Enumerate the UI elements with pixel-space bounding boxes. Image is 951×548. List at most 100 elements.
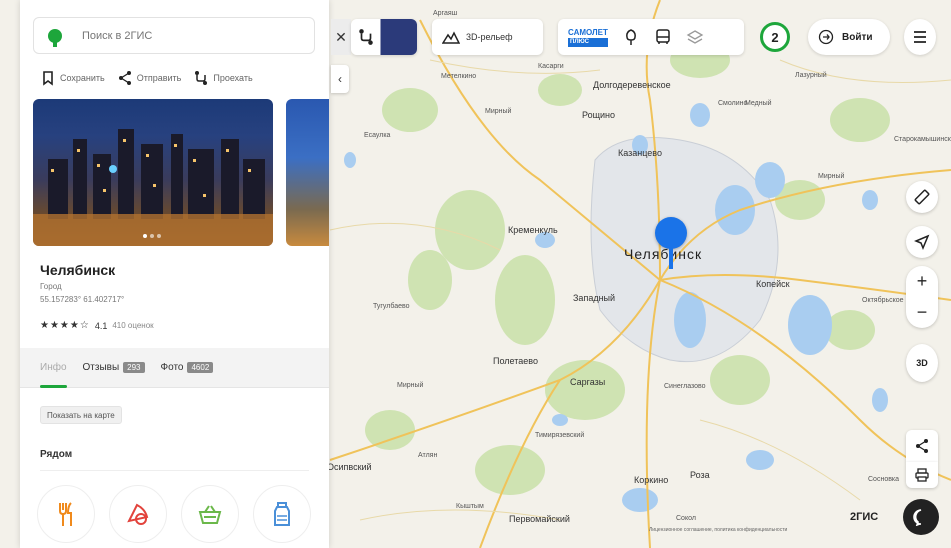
ruler-button[interactable]	[906, 181, 938, 213]
town-label: Копейск	[756, 279, 790, 289]
close-panel-button[interactable]: ✕	[331, 19, 351, 55]
transport-toolbar: САМОЛЕТ ПЛЮС	[558, 19, 744, 55]
town-label: Саргазы	[570, 377, 606, 387]
search-input[interactable]	[80, 28, 280, 43]
map-label: Мирный	[397, 382, 424, 389]
terrain-icon	[442, 31, 460, 44]
nearby-title: Рядом	[40, 449, 73, 460]
place-rating[interactable]: ★★★★☆ 4.1 410 оценок	[40, 320, 154, 331]
send-label: Отправить	[136, 73, 182, 83]
city-night-photo	[33, 129, 273, 246]
save-label: Сохранить	[60, 73, 105, 83]
tab-badge: 4602	[187, 362, 214, 373]
divider	[40, 470, 309, 471]
navigation-arrow-icon	[914, 234, 930, 250]
print-button[interactable]	[906, 462, 938, 488]
town-label: Роза	[690, 470, 710, 480]
relief-3d-button[interactable]: 3D-рельеф	[432, 19, 543, 55]
pizza-icon	[127, 503, 149, 525]
route-icon	[195, 71, 208, 85]
map-label: Октябрьское	[862, 297, 904, 304]
tab-reviews[interactable]: Отзывы 293	[83, 348, 145, 388]
menu-button[interactable]	[904, 19, 936, 55]
ruler-icon	[914, 189, 930, 205]
login-label: Войти	[842, 31, 873, 43]
tab-label: Отзывы	[82, 362, 120, 373]
share-icon	[916, 439, 928, 453]
map-label: Старокамышинск	[894, 136, 951, 143]
tab-info[interactable]: Инфо	[40, 348, 67, 388]
town-label: Западный	[573, 293, 616, 303]
map-label: Сосновка	[868, 476, 900, 483]
collapse-panel-button[interactable]: ‹	[331, 65, 349, 93]
category-pharmacy[interactable]	[253, 485, 311, 543]
samolet-sub-label: ПЛЮС	[568, 37, 608, 47]
bottle-icon	[274, 502, 290, 526]
town-label: Казанцево	[618, 148, 662, 158]
relief-label: 3D-рельеф	[466, 32, 513, 42]
brand-logo: 2ГИС	[850, 511, 879, 523]
save-button[interactable]: Сохранить	[40, 70, 105, 86]
category-fastfood[interactable]	[109, 485, 167, 543]
map-label: Аргаяш	[433, 10, 458, 17]
hamburger-icon	[914, 31, 926, 43]
route-button[interactable]: Проехать	[193, 70, 253, 86]
minus-icon: −	[916, 302, 928, 322]
map-label: Сокол	[676, 515, 696, 522]
location-marker[interactable]	[655, 217, 687, 269]
bus-icon[interactable]	[654, 28, 672, 46]
layers-icon[interactable]	[686, 28, 704, 46]
chat-button[interactable]	[903, 499, 939, 535]
my-location-button[interactable]	[906, 226, 938, 258]
printer-icon	[915, 468, 929, 482]
map-label: Метелкино	[441, 73, 477, 80]
search-box[interactable]	[33, 17, 315, 54]
zoom-out-button[interactable]: −	[917, 297, 928, 328]
tab-photos[interactable]: Фото 4602	[161, 348, 214, 388]
legal-link[interactable]: Лицензионное соглашение, политика конфид…	[649, 527, 787, 533]
share-map-button[interactable]	[906, 430, 938, 462]
map-label: Мирный	[818, 173, 845, 180]
place-photo[interactable]	[33, 99, 273, 246]
map-label: Есаулка	[364, 132, 391, 139]
map-label: Мирный	[485, 108, 512, 115]
map-label: Синеглазово	[664, 383, 706, 390]
rating-stars: ★★★★☆	[40, 320, 90, 331]
map-label: Смолино	[718, 100, 748, 107]
location-pin-icon	[48, 28, 62, 47]
login-icon	[818, 29, 834, 45]
map-label: Лазурный	[795, 72, 827, 79]
route-mode-button[interactable]	[351, 19, 417, 55]
chevron-left-icon: ‹	[338, 72, 342, 86]
place-actions: Сохранить Отправить Проехать	[40, 70, 253, 86]
place-title: Челябинск	[40, 262, 116, 278]
rating-value: 4.1	[94, 320, 108, 331]
tree-icon[interactable]	[622, 28, 640, 46]
category-grocery[interactable]	[181, 485, 239, 543]
category-restaurants[interactable]	[37, 485, 95, 543]
city-label: Челябинск	[624, 246, 703, 262]
town-label: Коркино	[634, 475, 669, 485]
send-button[interactable]: Отправить	[117, 70, 182, 86]
samolet-label: САМОЛЕТ	[568, 27, 608, 37]
tab-label: Фото	[160, 362, 184, 373]
nearby-categories	[37, 485, 311, 543]
place-panel: Сохранить Отправить Проехать	[20, 0, 329, 548]
samolet-plus-button[interactable]: САМОЛЕТ ПЛЮС	[568, 28, 608, 47]
zoom-in-button[interactable]: +	[917, 266, 928, 297]
place-photo[interactable]	[286, 99, 329, 246]
place-coordinates: 55.157283° 61.402717°	[40, 295, 125, 304]
login-button[interactable]: Войти	[808, 19, 890, 55]
view-3d-button[interactable]: 3D	[906, 344, 938, 382]
map-label: Тугулбаево	[373, 303, 410, 310]
town-label: Долгодеревенское	[593, 80, 671, 90]
close-icon: ✕	[335, 28, 347, 45]
plus-icon: +	[916, 271, 928, 291]
route-icon	[359, 29, 373, 45]
show-on-map-button[interactable]: Показать на карте	[40, 406, 122, 424]
map-label: Касарги	[538, 63, 564, 70]
zoom-control: + −	[906, 266, 938, 328]
share-icon	[118, 71, 131, 85]
place-tabs: Инфо Отзывы 293 Фото 4602	[20, 348, 329, 388]
notifications-button[interactable]: 2	[760, 22, 790, 52]
